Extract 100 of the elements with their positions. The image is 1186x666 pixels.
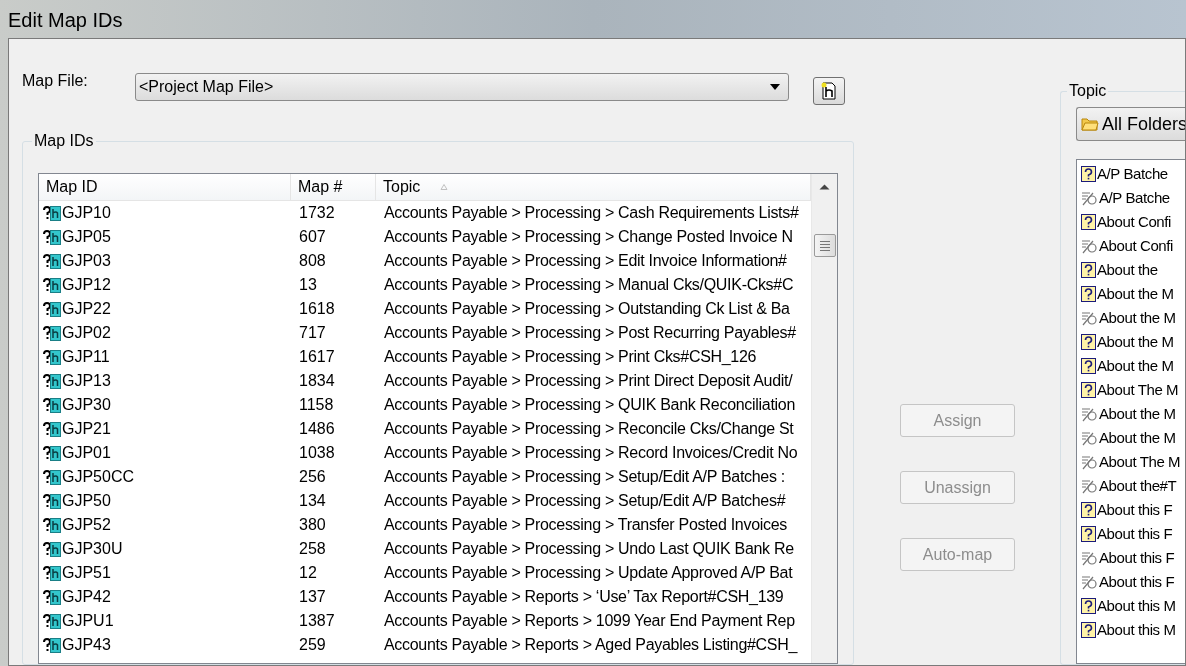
map-id-cell[interactable]: GJP50CC bbox=[39, 465, 291, 489]
topic-item[interactable]: About The M bbox=[1081, 450, 1185, 474]
map-id-cell[interactable]: GJP02 bbox=[39, 321, 291, 345]
column-header[interactable]: Map ID bbox=[39, 174, 291, 200]
topic-item[interactable]: About the M bbox=[1081, 402, 1185, 426]
map-id-cell[interactable]: GJP30 bbox=[39, 393, 291, 417]
topic-item[interactable]: About this M bbox=[1081, 594, 1185, 618]
map-id-cell[interactable]: GJP42 bbox=[39, 585, 291, 609]
table-cell-text: Accounts Payable > Processing > QUIK Bank Reconciliation bbox=[383, 395, 796, 415]
map-id-cell[interactable]: GJPU1 bbox=[39, 609, 291, 633]
help-topic-icon bbox=[1081, 262, 1096, 278]
table-cell-text: Accounts Payable > Reports > Aged Payables Listing#CSH_ bbox=[383, 635, 799, 655]
table-cell-text: Accounts Payable > Reports > 1099 Year End Payment Rep bbox=[383, 611, 796, 631]
topic-item[interactable]: About this F bbox=[1081, 546, 1185, 570]
topic-item[interactable]: About Confi bbox=[1081, 210, 1185, 234]
topic-item[interactable]: About this F bbox=[1081, 570, 1185, 594]
link-lines-icon bbox=[1081, 430, 1098, 446]
table-cell-text: Accounts Payable > Processing > Setup/Edit A/P Batches : bbox=[383, 467, 786, 487]
map-id: GJP52 bbox=[62, 515, 111, 535]
map-id-cell[interactable]: GJP21 bbox=[39, 417, 291, 441]
column-header[interactable]: Map # bbox=[291, 174, 376, 200]
help-page-icon bbox=[43, 589, 61, 605]
topic-item[interactable]: About the M bbox=[1081, 330, 1185, 354]
help-page-icon bbox=[43, 613, 61, 629]
help-topic-icon bbox=[1081, 622, 1096, 638]
link-lines-icon bbox=[1081, 478, 1098, 494]
topic-item[interactable]: About the M bbox=[1081, 282, 1185, 306]
link-lines-icon bbox=[1081, 190, 1098, 206]
topic-item[interactable]: About the M bbox=[1081, 306, 1185, 330]
field-label: Map File: bbox=[22, 71, 89, 91]
topic-item[interactable]: About the M bbox=[1081, 426, 1185, 450]
map-id-cell[interactable]: GJP11 bbox=[39, 345, 291, 369]
topic-item[interactable]: About the bbox=[1081, 258, 1185, 282]
table-cell-text: Accounts Payable > Processing > Outstanding Ck List & Ba bbox=[383, 299, 791, 319]
help-page-icon bbox=[43, 205, 61, 221]
link-lines-icon bbox=[1081, 310, 1098, 326]
link-lines-icon bbox=[1081, 406, 1098, 422]
topic-item[interactable]: About the#T bbox=[1081, 474, 1185, 498]
topic-item[interactable]: About this M bbox=[1081, 618, 1185, 642]
help-topic-icon bbox=[1081, 502, 1096, 518]
map-file-dropdown[interactable]: <Project Map File> bbox=[135, 73, 789, 101]
map-id-cell[interactable]: GJP22 bbox=[39, 297, 291, 321]
map-id: GJP21 bbox=[62, 419, 111, 439]
table-cell-text: Accounts Payable > Reports > ‘Use’ Tax Report#CSH_139 bbox=[383, 587, 785, 607]
map-id-cell[interactable]: GJP30U bbox=[39, 537, 291, 561]
map-id-cell[interactable]: GJP43 bbox=[39, 633, 291, 657]
table-cell-text: Accounts Payable > Processing > Update Approved A/P Bat bbox=[383, 563, 794, 583]
topic-item[interactable]: About the M bbox=[1081, 354, 1185, 378]
map-id: GJP43 bbox=[62, 635, 111, 655]
table-cell-text: Accounts Payable > Processing > Post Recurring Payables# bbox=[383, 323, 797, 343]
table-cell-text: 380 bbox=[298, 515, 327, 535]
map-id-cell[interactable]: GJP51 bbox=[39, 561, 291, 585]
table-cell-text: 1038 bbox=[298, 443, 336, 463]
scrollbar[interactable] bbox=[811, 174, 837, 663]
map-id: GJP12 bbox=[62, 275, 111, 295]
map-id-cell[interactable]: GJP05 bbox=[39, 225, 291, 249]
map-id: GJP22 bbox=[62, 299, 111, 319]
help-page-icon bbox=[43, 325, 61, 341]
map-id-cell[interactable]: GJP52 bbox=[39, 513, 291, 537]
map-id: GJP42 bbox=[62, 587, 111, 607]
table-cell-text: 1486 bbox=[298, 419, 336, 439]
topic-item[interactable]: A/P Batche bbox=[1081, 186, 1185, 210]
table-cell-text: Accounts Payable > Processing > Edit Invoice Information# bbox=[383, 251, 788, 271]
table-cell-text: 1834 bbox=[298, 371, 336, 391]
map-id: GJP30 bbox=[62, 395, 111, 415]
map-id: GJP13 bbox=[62, 371, 111, 391]
link-lines-icon bbox=[1081, 454, 1098, 470]
folder-icon bbox=[1081, 117, 1099, 131]
topic-item[interactable]: A/P Batche bbox=[1081, 162, 1185, 186]
table-cell-text: 1387 bbox=[298, 611, 336, 631]
table-cell-text: 717 bbox=[298, 323, 327, 343]
map-id: GJP50CC bbox=[62, 467, 135, 487]
table-cell-text: Accounts Payable > Processing > Transfer Posted Invoices bbox=[383, 515, 788, 535]
topic-item[interactable]: About this F bbox=[1081, 522, 1185, 546]
table-cell-text: 137 bbox=[298, 587, 327, 607]
table-cell-text: 12 bbox=[298, 563, 318, 583]
scroll-up-icon[interactable] bbox=[819, 184, 830, 190]
table-cell-text: 134 bbox=[298, 491, 327, 511]
map-id-cell[interactable]: GJP50 bbox=[39, 489, 291, 513]
scroll-thumb[interactable] bbox=[813, 234, 836, 257]
table-cell-text: Accounts Payable > Processing > Cash Requirements Lists# bbox=[383, 203, 800, 223]
map-id-cell[interactable]: GJP10 bbox=[39, 201, 291, 225]
map-id: GJP51 bbox=[62, 563, 111, 583]
help-page-icon bbox=[43, 277, 61, 293]
topic-item[interactable]: About Confi bbox=[1081, 234, 1185, 258]
new-map-file-button[interactable] bbox=[813, 77, 845, 105]
link-lines-icon bbox=[1081, 550, 1098, 566]
table-cell-text: 808 bbox=[298, 251, 327, 271]
map-id-cell[interactable]: GJP12 bbox=[39, 273, 291, 297]
table-cell-text: 1158 bbox=[298, 395, 335, 415]
table-cell-text: 258 bbox=[298, 539, 327, 559]
help-topic-icon bbox=[1081, 526, 1096, 542]
topic-item[interactable]: About The M bbox=[1081, 378, 1185, 402]
map-id-cell[interactable]: GJP01 bbox=[39, 441, 291, 465]
help-page-icon bbox=[43, 421, 61, 437]
topic-item[interactable]: About this F bbox=[1081, 498, 1185, 522]
map-id-cell[interactable]: GJP13 bbox=[39, 369, 291, 393]
map-id-cell[interactable]: GJP03 bbox=[39, 249, 291, 273]
map-id: GJP50 bbox=[62, 491, 111, 511]
map-id: GJP03 bbox=[62, 251, 111, 271]
